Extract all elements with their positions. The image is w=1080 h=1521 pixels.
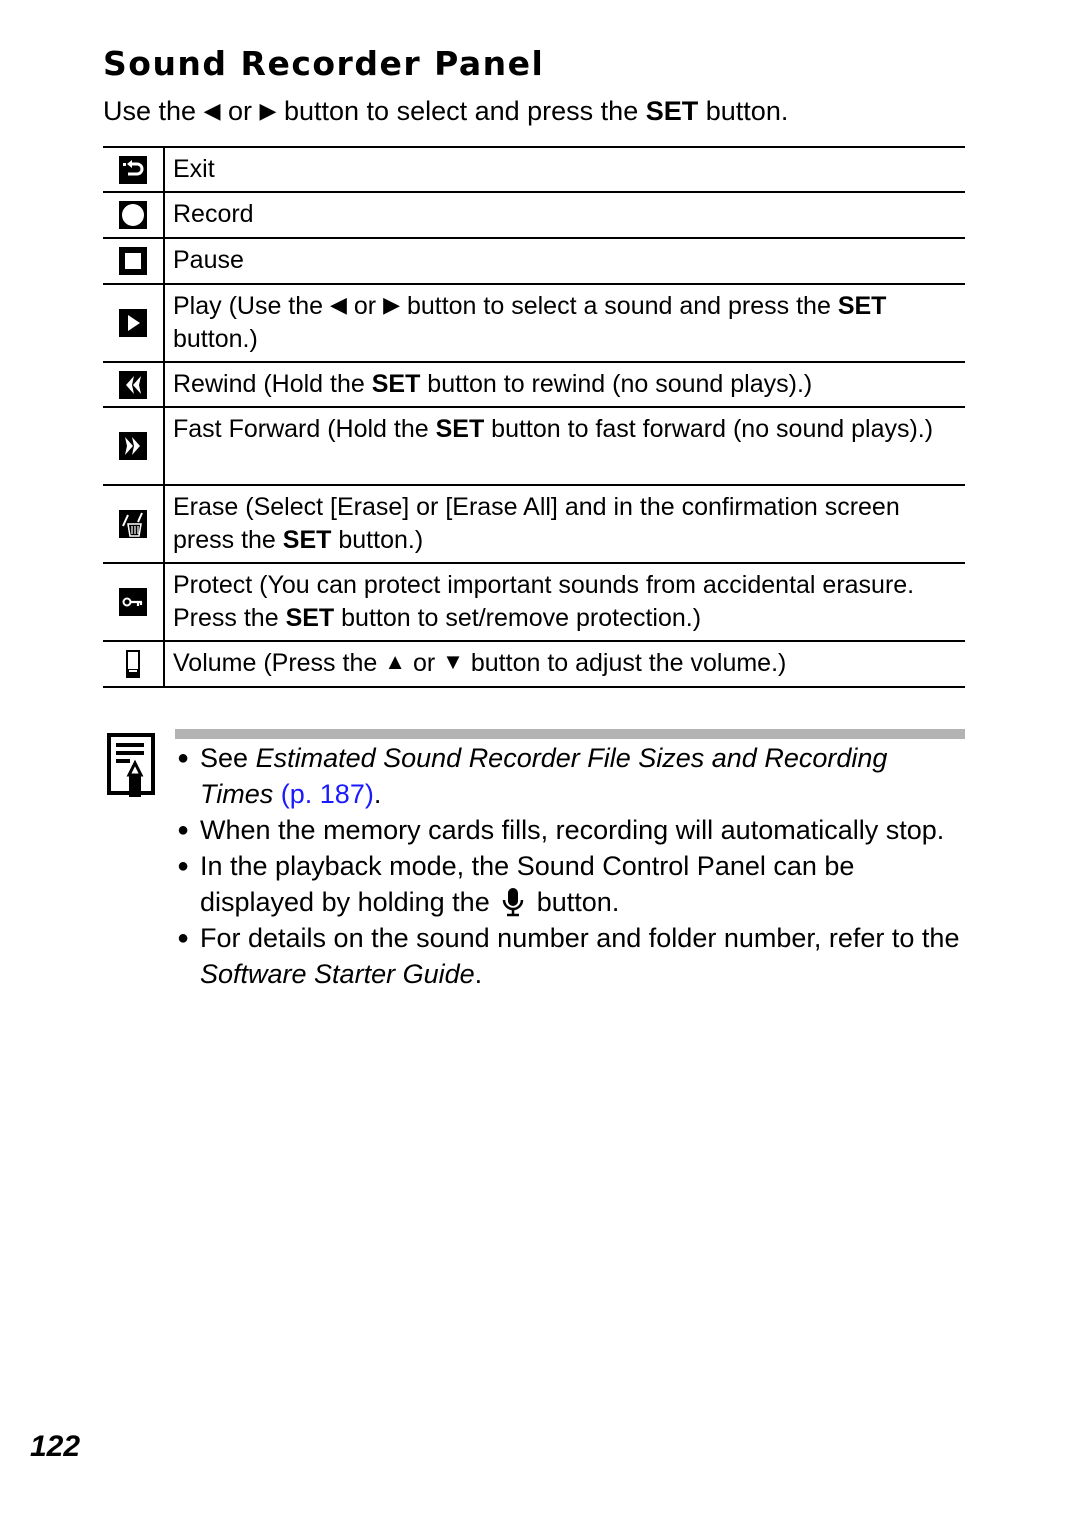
note-item: ● See Estimated Sound Recorder File Size… bbox=[175, 740, 965, 812]
bullet-icon: ● bbox=[177, 927, 190, 949]
row-label: Fast Forward (Hold the SET button to fas… bbox=[173, 415, 934, 443]
rewind-icon bbox=[119, 370, 147, 399]
set-button-label: SET bbox=[371, 370, 421, 398]
set-button-label: SET bbox=[435, 415, 485, 443]
note-divider-bar bbox=[175, 729, 965, 739]
intro-instruction: Use the ◀ or ▶ button to select and pres… bbox=[103, 96, 788, 127]
table-row-record: Record bbox=[103, 193, 965, 239]
intro-text: or bbox=[228, 96, 253, 126]
row-label: Play (Use the ◀ or ▶ button to select a … bbox=[173, 292, 887, 353]
table-row-volume: Volume (Press the ▲ or ▼ button to adjus… bbox=[103, 642, 965, 688]
bullet-icon: ● bbox=[177, 819, 190, 841]
exit-icon bbox=[119, 155, 147, 184]
page-number: 122 bbox=[30, 1430, 81, 1463]
row-label: Record bbox=[173, 200, 254, 228]
table-row-exit: Exit bbox=[103, 148, 965, 193]
row-label: Rewind (Hold the SET button to rewind (n… bbox=[173, 370, 813, 398]
play-icon bbox=[119, 309, 147, 337]
intro-text: Use the bbox=[103, 96, 197, 126]
left-arrow-icon: ◀ bbox=[330, 292, 347, 317]
table-row-pause: Pause bbox=[103, 239, 965, 285]
page-reference-link[interactable]: (p. 187) bbox=[281, 779, 374, 809]
set-button-label: SET bbox=[645, 96, 699, 126]
table-row-play: Play (Use the ◀ or ▶ button to select a … bbox=[103, 285, 965, 363]
right-arrow-icon: ▶ bbox=[383, 292, 400, 317]
set-button-label: SET bbox=[837, 292, 887, 320]
set-button-label: SET bbox=[282, 526, 332, 554]
function-table: Exit Record Pause Play (Use the ◀ or ▶ b… bbox=[103, 146, 965, 688]
note-memo-icon bbox=[107, 733, 155, 797]
record-icon bbox=[119, 201, 147, 229]
set-button-label: SET bbox=[285, 604, 335, 632]
table-row-fast-forward: Fast Forward (Hold the SET button to fas… bbox=[103, 408, 965, 486]
notes-list: ● See Estimated Sound Recorder File Size… bbox=[175, 740, 965, 992]
microphone-icon bbox=[502, 888, 524, 917]
down-arrow-icon: ▼ bbox=[442, 649, 464, 674]
row-label: Protect (You can protect important sound… bbox=[173, 571, 915, 632]
page-title: Sound Recorder Panel bbox=[103, 44, 545, 83]
table-row-erase: Erase (Select [Erase] or [Erase All] and… bbox=[103, 486, 965, 564]
row-label: Pause bbox=[173, 246, 244, 274]
bullet-icon: ● bbox=[177, 855, 190, 877]
protect-key-icon bbox=[119, 588, 147, 616]
right-arrow-icon: ▶ bbox=[259, 98, 277, 123]
row-label: Erase (Select [Erase] or [Erase All] and… bbox=[173, 493, 900, 554]
volume-icon bbox=[126, 650, 140, 678]
table-row-protect: Protect (You can protect important sound… bbox=[103, 564, 965, 642]
intro-text: button. bbox=[705, 96, 789, 126]
erase-icon bbox=[119, 510, 147, 538]
row-label: Exit bbox=[173, 155, 215, 183]
fast-forward-icon bbox=[119, 432, 147, 460]
reference-title: Software Starter Guide bbox=[200, 959, 475, 989]
up-arrow-icon: ▲ bbox=[384, 649, 406, 674]
row-label: Volume (Press the ▲ or ▼ button to adjus… bbox=[173, 649, 787, 677]
pause-icon bbox=[119, 247, 147, 275]
note-item: ● For details on the sound number and fo… bbox=[175, 920, 965, 992]
intro-text: button to select and press the bbox=[283, 96, 639, 126]
note-item: ● In the playback mode, the Sound Contro… bbox=[175, 848, 965, 920]
left-arrow-icon: ◀ bbox=[203, 98, 221, 123]
table-row-rewind: Rewind (Hold the SET button to rewind (n… bbox=[103, 363, 965, 408]
bullet-icon: ● bbox=[177, 747, 190, 769]
note-item: ● When the memory cards fills, recording… bbox=[175, 812, 965, 848]
